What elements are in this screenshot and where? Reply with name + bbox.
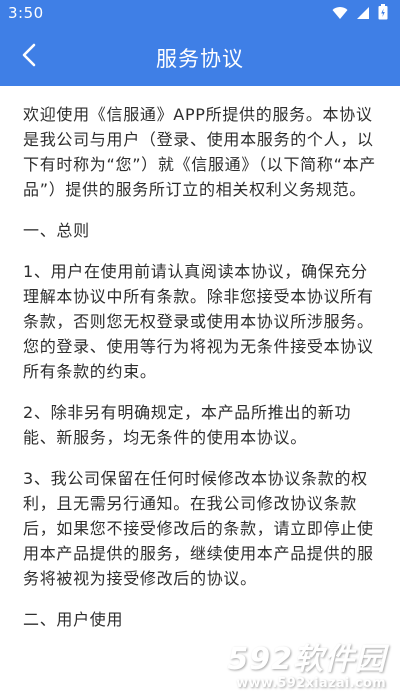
section-title-user-usage: 二、用户使用 <box>23 610 124 629</box>
status-icons <box>332 4 388 24</box>
battery-icon <box>378 4 388 24</box>
app-header: 服务协议 <box>0 28 400 86</box>
status-time: 3:50 <box>8 4 44 22</box>
clause-2: 2、除非另有明确规定，本产品所推出的新功能、新服务，均无条件的使用本协议。 <box>23 403 352 447</box>
clause-1: 1、用户在使用前请认真阅读本协议，确保充分理解本协议中所有条款。除非您接受本协议… <box>23 262 374 381</box>
signal-icon <box>356 5 370 24</box>
page-title: 服务协议 <box>156 47 244 71</box>
clause-3: 3、我公司保留在任何时候修改本协议条款的权利，且无需另行通知。在我公司修改协议条… <box>23 469 374 588</box>
agreement-intro: 欢迎使用《信服通》APP所提供的服务。本协议是我公司与用户（登录、使用本服务的个… <box>23 105 376 199</box>
watermark-logo: 592软件园 <box>227 642 386 677</box>
section-title-general: 一、总则 <box>23 221 90 240</box>
watermark-url: www.592xiazai.com <box>236 676 386 691</box>
agreement-content: 欢迎使用《信服通》APP所提供的服务。本协议是我公司与用户（登录、使用本服务的个… <box>23 102 380 648</box>
status-bar: 3:50 <box>0 0 400 28</box>
site-watermark: 592软件园 www.592xiazai.com <box>186 644 386 692</box>
wifi-icon <box>332 5 348 24</box>
